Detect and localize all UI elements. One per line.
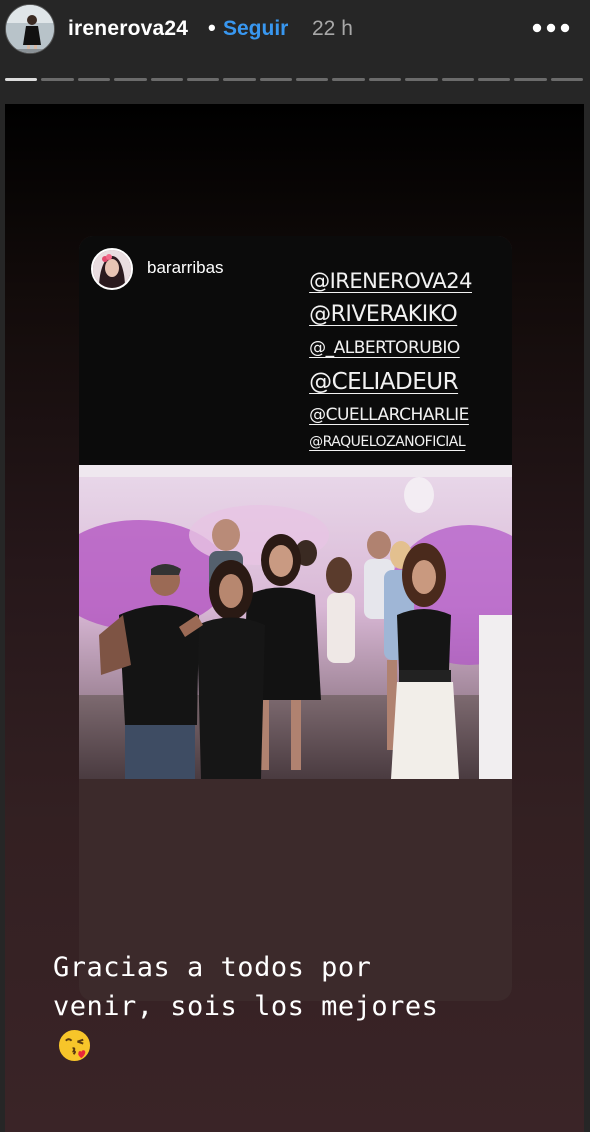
progress-segment [441,78,474,81]
repost-username[interactable]: bararribas [147,258,224,278]
mention-tag[interactable]: @CUELLARCHARLIE [309,400,472,430]
separator-dot: • [208,15,216,40]
mention-tag[interactable]: @CELIADEUR [309,364,472,400]
group-photo-image [79,465,512,779]
progress-segment [550,78,583,81]
story-progress-bar [5,78,583,82]
progress-segment [150,78,183,81]
mention-tag[interactable]: @RAQUELOZANOFICIAL [309,430,472,454]
mention-tag[interactable]: @RIVERAKIKO [309,298,472,332]
face-blowing-kiss-icon [58,1029,91,1062]
story-header: irenerova24 • Seguir 22 h [0,0,590,70]
progress-segment [368,78,402,81]
mention-tag[interactable]: @IRENEROVA24 [309,264,472,298]
repost-user-avatar[interactable] [91,248,133,290]
progress-segment [186,78,220,81]
caption-line: Gracias a todos por [53,952,372,983]
repost-avatar-image [93,250,131,288]
user-avatar[interactable] [5,4,55,54]
progress-segment [223,78,256,81]
group-photo [79,465,512,779]
progress-segment [41,78,74,81]
reposted-story-header: bararribas @IRENEROVA24 @RIVERAKIKO @_AL… [79,236,512,465]
progress-segment [5,78,38,81]
progress-segment [332,78,365,81]
follow-button[interactable]: Seguir [223,17,288,41]
reposted-story-card[interactable]: bararribas @IRENEROVA24 @RIVERAKIKO @_AL… [79,236,512,1001]
progress-segment [477,78,511,81]
post-time: 22 h [312,17,353,40]
story-caption: Gracias a todos por venir, sois los mejo… [53,948,533,1026]
mention-list: @IRENEROVA24 @RIVERAKIKO @_ALBERTORUBIO … [309,264,472,454]
progress-segment [514,78,547,81]
progress-segment [77,78,111,81]
progress-segment [114,78,147,81]
story-content[interactable]: bararribas @IRENEROVA24 @RIVERAKIKO @_AL… [5,104,584,1132]
username[interactable]: irenerova24 [68,17,188,41]
progress-segment [296,78,329,81]
progress-segment [259,78,292,81]
avatar-image [6,5,54,53]
progress-segment [405,78,438,81]
mention-tag[interactable]: @_ALBERTORUBIO [309,332,472,364]
more-horizontal-icon[interactable] [532,18,570,38]
caption-line: venir, sois los mejores [53,991,439,1022]
